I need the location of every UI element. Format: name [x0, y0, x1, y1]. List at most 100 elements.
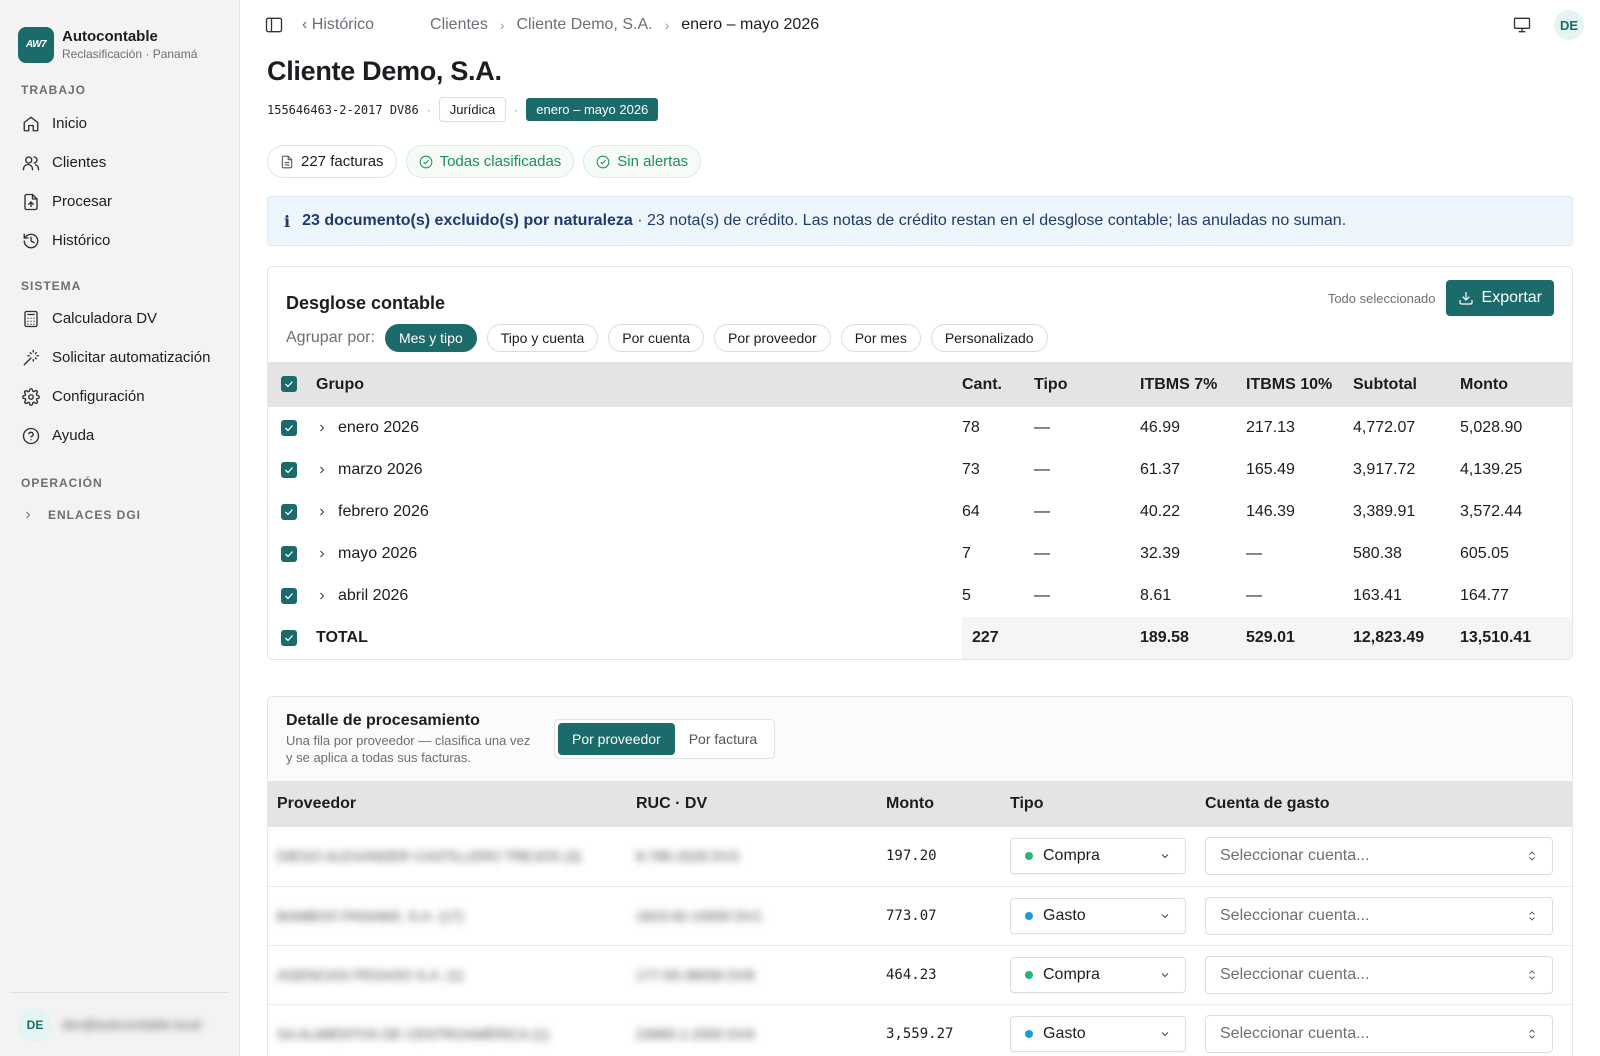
table-row[interactable]: marzo 2026 73 — 61.37 165.49 3,917.72 4,…	[268, 449, 1572, 491]
chevron-down-icon	[1161, 1031, 1169, 1036]
group-option-personalizado[interactable]: Personalizado	[930, 324, 1048, 352]
row-checkbox[interactable]	[281, 461, 297, 478]
check-circle-icon	[596, 155, 610, 168]
col-itbms10[interactable]: ITBMS 10%	[1246, 362, 1353, 407]
check-icon	[285, 381, 293, 388]
table-row[interactable]: DIEGO ALEXANDER CASTILLERO TREJOS (3) 8-…	[268, 827, 1572, 887]
cuenta-select[interactable]: Seleccionar cuenta...	[1205, 1014, 1553, 1053]
brand-name: Autocontable	[62, 28, 158, 45]
status-dot	[1025, 1029, 1033, 1038]
col-cuenta[interactable]: Cuenta de gasto	[1205, 781, 1572, 827]
breadcrumb-client[interactable]: Cliente Demo, S.A.	[517, 16, 653, 34]
sidebar-toggle-icon[interactable]	[264, 15, 284, 35]
sidebar: AW7 Autocontable Reclasificación · Panam…	[0, 0, 240, 1056]
desglose-title: Desglose contable	[286, 292, 446, 313]
col-cant[interactable]: Cant.	[962, 362, 1034, 407]
chevron-right-icon[interactable]	[316, 548, 328, 560]
breadcrumb-clientes[interactable]: Clientes	[430, 16, 488, 34]
user-email: dev@autocontable.local	[62, 1017, 201, 1032]
table-row[interactable]: BAMBOO PANAMÁ, S.A. (17) 1823-92-10000 D…	[268, 886, 1572, 946]
sidebar-item-label: Solicitar automatización	[52, 349, 211, 366]
export-button[interactable]: Exportar	[1445, 280, 1554, 316]
cuenta-select[interactable]: Seleccionar cuenta...	[1205, 896, 1553, 935]
invoice-count-chip: 227 facturas	[267, 145, 397, 178]
sidebar-item-label: Ayuda	[52, 427, 95, 444]
calculator-icon	[24, 310, 38, 327]
sidebar-item-automatizacion[interactable]: Solicitar automatización	[0, 338, 239, 377]
chevron-right-icon[interactable]	[316, 590, 328, 602]
select-all-checkbox[interactable]	[281, 376, 297, 393]
row-checkbox[interactable]	[281, 419, 297, 436]
main-content: ‹ Histórico Clientes › Cliente Demo, S.A…	[240, 0, 1600, 1056]
chevron-right-icon[interactable]	[316, 506, 328, 518]
home-icon	[23, 116, 39, 131]
check-circle-icon	[419, 155, 432, 168]
group-option-mes-tipo[interactable]: Mes y tipo	[384, 324, 477, 352]
col-monto[interactable]: Monto	[1460, 362, 1572, 407]
cuenta-select[interactable]: Seleccionar cuenta...	[1205, 955, 1553, 994]
brand[interactable]: AW7 Autocontable Reclasificación · Panam…	[0, 0, 239, 72]
col-grupo[interactable]: Grupo	[316, 362, 962, 407]
sidebar-item-procesar[interactable]: Procesar	[0, 182, 239, 221]
provider-amount: 773.07	[886, 886, 1010, 946]
row-checkbox[interactable]	[281, 503, 297, 520]
tab-por-proveedor[interactable]: Por proveedor	[558, 723, 675, 755]
brand-subtitle: Reclasificación · Panamá	[62, 47, 198, 61]
sidebar-item-clientes[interactable]: Clientes	[0, 143, 239, 182]
tipo-select[interactable]: Gasto	[1010, 897, 1186, 934]
sidebar-item-historico[interactable]: Histórico	[0, 221, 239, 260]
tipo-select[interactable]: Gasto	[1010, 1015, 1186, 1052]
selection-status: Todo seleccionado	[1327, 290, 1436, 306]
chevron-right-icon[interactable]	[316, 464, 328, 476]
page-title: Cliente Demo, S.A.	[267, 56, 502, 86]
table-row[interactable]: mayo 2026 7 — 32.39 — 580.38 605.05	[268, 533, 1572, 575]
user-footer[interactable]: DE dev@autocontable.local	[10, 992, 229, 1056]
provider-name: AGENCIAS PEGASO S.A.	[277, 966, 443, 983]
row-checkbox[interactable]	[281, 587, 297, 604]
table-row[interactable]: abril 2026 5 — 8.61 — 163.41 164.77	[268, 575, 1572, 617]
nav-section-operacion: OPERACIÓN	[21, 476, 103, 490]
info-icon: i	[284, 211, 291, 231]
sidebar-item-configuracion[interactable]: Configuración	[0, 377, 239, 416]
user-avatar-button[interactable]: DE	[1554, 10, 1584, 40]
col-monto[interactable]: Monto	[886, 781, 1010, 827]
sidebar-item-inicio[interactable]: Inicio	[0, 104, 239, 143]
total-checkbox[interactable]	[281, 629, 297, 646]
chevron-right-icon[interactable]	[316, 422, 328, 434]
group-option-mes[interactable]: Por mes	[840, 324, 921, 352]
tipo-select[interactable]: Compra	[1010, 838, 1186, 875]
help-icon	[22, 427, 40, 444]
tab-por-factura[interactable]: Por factura	[675, 723, 771, 755]
back-link[interactable]: ‹ Histórico	[302, 16, 374, 34]
col-itbms7[interactable]: ITBMS 7%	[1140, 362, 1246, 407]
enlaces-dgi-label: ENLACES DGI	[48, 508, 142, 522]
group-by-label: Agrupar por:	[286, 329, 375, 346]
sidebar-item-label: Inicio	[52, 115, 88, 132]
group-option-proveedor[interactable]: Por proveedor	[714, 324, 831, 352]
provider-ruc: 1823-92-10000	[636, 907, 731, 924]
classified-chip: Todas clasificadas	[405, 145, 575, 178]
col-proveedor[interactable]: Proveedor	[268, 781, 636, 827]
table-row[interactable]: SA ALIMENTOS DE CENTROAMÉRICA (1) 23965-…	[268, 1004, 1572, 1056]
col-tipo[interactable]: Tipo	[1010, 781, 1205, 827]
tipo-select[interactable]: Compra	[1010, 956, 1186, 993]
col-ruc[interactable]: RUC · DV	[636, 781, 886, 827]
row-checkbox[interactable]	[281, 545, 297, 562]
monitor-icon[interactable]	[1512, 15, 1532, 35]
table-row[interactable]: AGENCIAS PEGASO S.A. (1) 177-93-38058 DV…	[268, 945, 1572, 1005]
col-subtotal[interactable]: Subtotal	[1353, 362, 1460, 407]
info-banner: i 23 documento(s) excluido(s) por natura…	[267, 196, 1573, 246]
provider-amount: 197.20	[886, 827, 1010, 887]
group-option-tipo-cuenta[interactable]: Tipo y cuenta	[486, 324, 599, 352]
enlaces-dgi-toggle[interactable]: ENLACES DGI	[0, 500, 239, 530]
table-row[interactable]: enero 2026 78 — 46.99 217.13 4,772.07 5,…	[268, 407, 1572, 449]
users-icon	[22, 155, 40, 170]
sidebar-item-ayuda[interactable]: Ayuda	[0, 416, 239, 455]
cuenta-select[interactable]: Seleccionar cuenta...	[1205, 837, 1553, 876]
group-option-cuenta[interactable]: Por cuenta	[608, 324, 704, 352]
col-tipo[interactable]: Tipo	[1034, 362, 1140, 407]
info-bold: 23 documento(s) excluido(s) por naturale…	[302, 212, 633, 229]
sidebar-item-calculadora[interactable]: Calculadora DV	[0, 299, 239, 338]
table-row[interactable]: febrero 2026 64 — 40.22 146.39 3,389.91 …	[268, 491, 1572, 533]
alerts-chip: Sin alertas	[583, 145, 702, 178]
